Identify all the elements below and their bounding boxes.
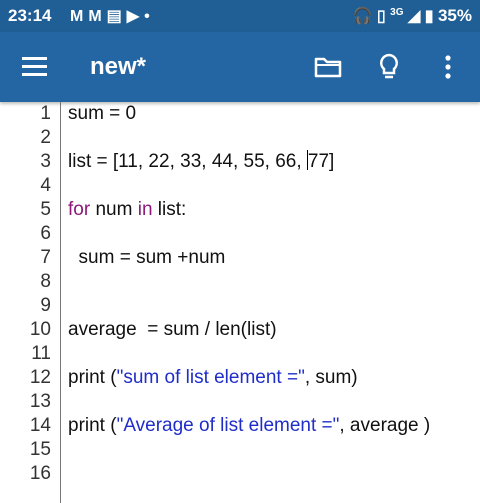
line-number: 8: [40, 271, 51, 292]
line-number: 16: [29, 463, 51, 484]
code-editor[interactable]: 1 sum = 0 2 3 list = [11, 22, 33, 44, 55…: [0, 102, 480, 503]
line-number: 9: [40, 295, 51, 316]
signal-icon: ◢: [407, 8, 421, 25]
code-line[interactable]: 2: [0, 126, 480, 150]
folder-icon[interactable]: [313, 52, 343, 82]
line-number: 13: [29, 391, 51, 412]
status-time: 23:14: [8, 6, 52, 25]
more-icon[interactable]: [433, 52, 463, 82]
code-line[interactable]: 11: [0, 342, 480, 366]
menu-icon[interactable]: [22, 55, 48, 79]
code-line[interactable]: 4: [0, 174, 480, 198]
lightbulb-icon[interactable]: [374, 52, 404, 82]
code-line[interactable]: 1 sum = 0: [0, 102, 480, 126]
code-line[interactable]: 7 sum = sum +num: [0, 246, 480, 270]
line-number: 15: [29, 439, 51, 460]
line-number: 14: [29, 415, 51, 436]
document-title: new*: [90, 53, 147, 80]
code-text[interactable]: for num in list:: [68, 198, 186, 222]
headphones-icon: 🎧: [352, 8, 373, 25]
battery-icon: ▮: [424, 8, 434, 25]
status-right: 🎧 ▯ 3G ◢ ▮ 35%: [353, 6, 473, 26]
code-line[interactable]: 8: [0, 270, 480, 294]
news-icon: ▤: [106, 8, 127, 25]
line-number: 5: [40, 199, 51, 220]
code-line[interactable]: 5 for num in list:: [0, 198, 480, 222]
code-text[interactable]: print ("sum of list element =", sum): [68, 366, 358, 390]
code-line[interactable]: 13: [0, 390, 480, 414]
line-number: 11: [31, 343, 51, 364]
dot-icon: •: [144, 8, 155, 25]
line-number: 4: [40, 175, 51, 196]
gmail-icon: M: [70, 8, 89, 25]
text-cursor: [306, 150, 308, 170]
code-line[interactable]: 6: [0, 222, 480, 246]
code-text[interactable]: sum = 0: [68, 102, 136, 126]
vibrate-icon: ▯: [376, 8, 386, 25]
line-number: 12: [29, 367, 51, 388]
status-bar: 23:14 MM▤▶• 🎧 ▯ 3G ◢ ▮ 35%: [0, 0, 480, 32]
code-text[interactable]: sum = sum +num: [68, 246, 226, 270]
network-label: 3G: [390, 7, 404, 18]
app-bar: new*: [0, 32, 480, 102]
line-number: 2: [40, 127, 51, 148]
code-line[interactable]: 16: [0, 462, 480, 486]
code-line[interactable]: 9: [0, 294, 480, 318]
code-line[interactable]: 15: [0, 438, 480, 462]
line-number: 6: [40, 223, 51, 244]
line-number: 1: [40, 103, 51, 124]
code-line[interactable]: 10 average = sum / len(list): [0, 318, 480, 342]
code-text[interactable]: list = [11, 22, 33, 44, 55, 66, 77]: [68, 150, 334, 174]
gmail-icon: M: [88, 8, 107, 25]
line-number: 10: [29, 319, 51, 340]
line-number: 3: [40, 151, 51, 172]
battery-percent: 35%: [437, 6, 472, 25]
code-line[interactable]: 14 print ("Average of list element =", a…: [0, 414, 480, 438]
notification-icons: MM▤▶•: [70, 6, 155, 26]
code-text[interactable]: average = sum / len(list): [68, 318, 277, 342]
code-line[interactable]: 12 print ("sum of list element =", sum): [0, 366, 480, 390]
youtube-icon: ▶: [126, 8, 145, 25]
line-number: 7: [40, 247, 51, 268]
code-line[interactable]: 3 list = [11, 22, 33, 44, 55, 66, 77]: [0, 150, 480, 174]
code-text[interactable]: print ("Average of list element =", aver…: [68, 414, 430, 438]
